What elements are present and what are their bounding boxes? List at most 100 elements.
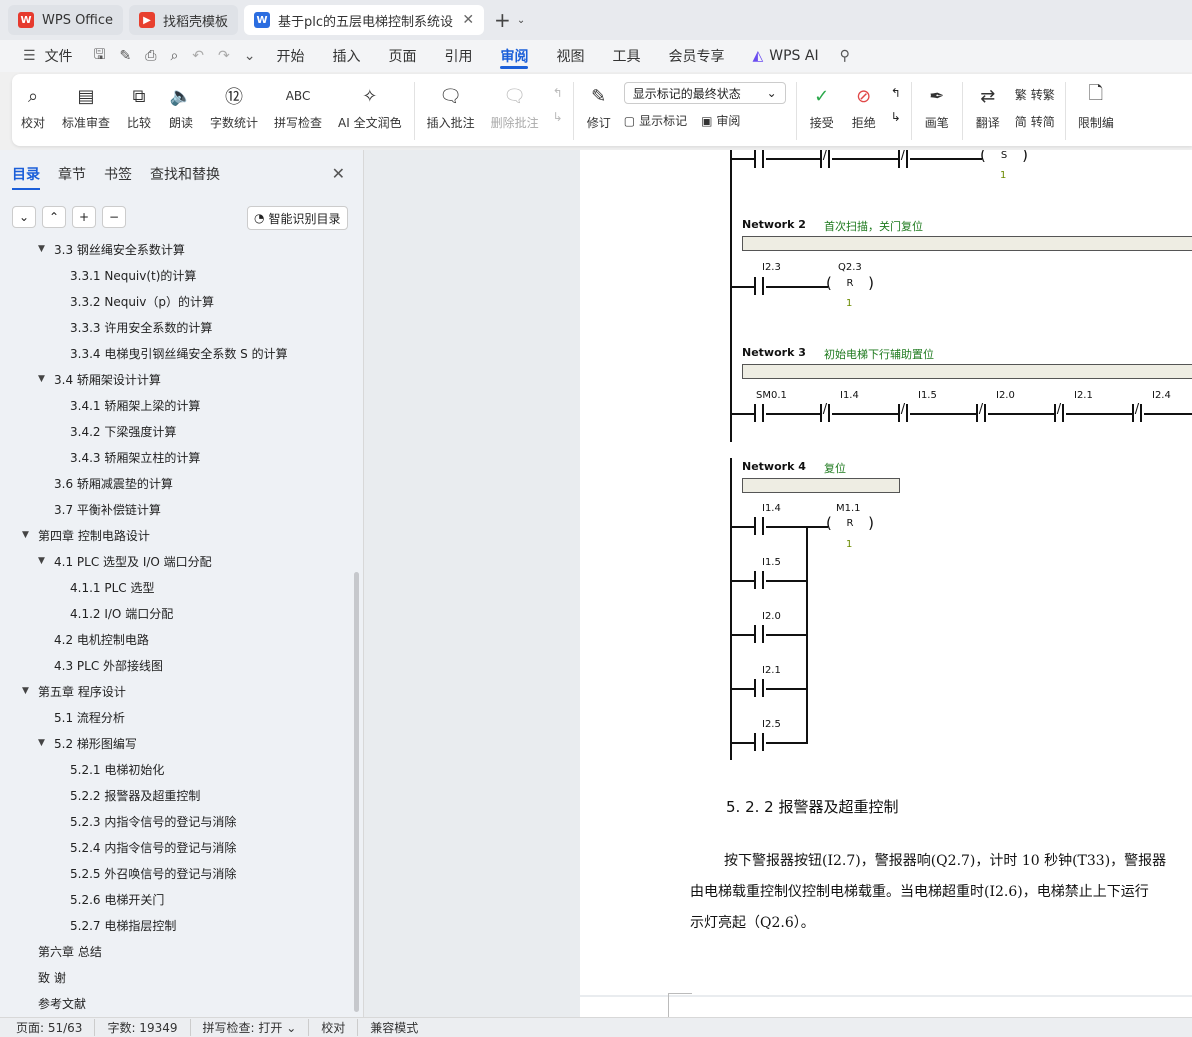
menu-page[interactable]: 页面 [374,40,430,72]
toc-item[interactable]: ▼ 3.3 钢丝绳安全系数计算 [38,242,185,262]
toc-item[interactable]: 致 谢 [38,964,66,990]
show-markup-button[interactable]: ▢ 显示标记 [624,112,687,129]
toc-item[interactable]: ▼ 4.1 PLC 选型及 I/O 端口分配 [38,548,212,574]
menu-view[interactable]: 视图 [542,40,598,72]
proofread-status[interactable]: 校对 [308,1019,357,1036]
toc-item[interactable]: 3.3.3 许用安全系数的计算 [70,314,212,340]
toc-item[interactable]: ▼ 5.2 梯形图编写 [38,730,137,756]
menu-insert[interactable]: 插入 [318,40,374,72]
toc-item[interactable]: 3.3.1 Nequiv(t)的计算 [70,262,196,288]
spell-check-button[interactable]: ABC 拼写检查 [266,82,330,131]
toc-item[interactable]: 4.3 PLC 外部接线图 [54,652,163,678]
toc-item[interactable]: 5.2.2 报警器及超重控制 [70,782,200,808]
tab-find-replace[interactable]: 查找和替换 [150,164,220,184]
toc-item[interactable]: 5.1 流程分析 [54,704,125,730]
toc-item[interactable]: 5.2.1 电梯初始化 [70,756,164,782]
expand-arrow-icon[interactable]: ▼ [38,556,45,566]
accept-button[interactable]: ✓ 接受 [801,82,843,131]
undo-icon[interactable]: ↶ [185,48,211,64]
print-preview-icon[interactable]: ⌕ [163,48,185,64]
toc-item[interactable]: 4.1.1 PLC 选型 [70,574,154,600]
toc-item[interactable]: 3.7 平衡补偿链计算 [54,496,161,522]
expand-arrow-icon[interactable]: ▼ [38,244,45,254]
toc-item[interactable]: 3.3.2 Nequiv（p）的计算 [70,288,214,314]
toc-item[interactable]: 3.6 轿厢减震垫的计算 [54,470,173,496]
toc-item[interactable]: 5.2.4 内指令信号的登记与消除 [70,834,236,860]
tab-wps-office[interactable]: W WPS Office [8,5,124,35]
tab-docer[interactable]: ▶ 找稻壳模板 [129,5,239,35]
reject-button[interactable]: ⊘ 拒绝 [843,82,885,131]
expand-arrow-icon[interactable]: ▼ [38,374,45,384]
compare-button[interactable]: ⧉ 比较 [118,82,160,131]
menu-home[interactable]: 开始 [262,40,318,72]
next-comment-icon[interactable]: ↳ [553,110,563,124]
read-aloud-button[interactable]: 🔈 朗读 [160,82,202,131]
pen-button[interactable]: ✒ 画笔 [916,82,958,131]
toc-item[interactable]: 参考文献 [38,990,86,1016]
toc-item[interactable]: 4.1.2 I/O 端口分配 [70,600,173,626]
collapse-up-icon[interactable]: ⌃ [42,206,66,228]
menu-wps-ai[interactable]: ◭ WPS AI [738,40,832,72]
next-change-icon[interactable]: ↳ [891,110,901,124]
page-indicator[interactable]: 页面: 51/63 [16,1019,94,1036]
smart-toc-button[interactable]: ◔ 智能识别目录 [247,206,348,230]
delete-comment-button[interactable]: 🗨 删除批注 [483,82,547,131]
standard-review-button[interactable]: ▤ 标准审查 [54,82,118,131]
word-count-button[interactable]: ⑫ 字数统计 [202,82,266,131]
ai-polish-button[interactable]: ✧ AI 全文润色 [330,82,410,131]
hamburger-icon[interactable]: ☰ [16,48,43,64]
toc-item[interactable]: 3.3.4 电梯曳引钢丝绳安全系数 S 的计算 [70,340,288,366]
toc-item[interactable]: 5.2.3 内指令信号的登记与消除 [70,808,236,834]
tab-toc[interactable]: 目录 [12,164,40,190]
translate-button[interactable]: ⇄ 翻译 [967,82,1009,131]
search-icon[interactable]: ⚲ [833,48,857,64]
toc-item[interactable]: 3.4.3 轿厢架立柱的计算 [70,444,200,470]
toc-item[interactable]: ▼ 第四章 控制电路设计 [22,522,150,548]
scrollbar[interactable] [354,572,359,1012]
print-icon[interactable]: ⎙ [138,48,163,64]
menu-membership[interactable]: 会员专享 [654,40,738,72]
previous-change-icon[interactable]: ↰ [891,86,901,100]
menu-file[interactable]: 文件 [43,40,87,72]
review-pane-button[interactable]: ▣ 审阅 [701,112,740,129]
save-icon[interactable]: 🖫 [87,44,113,68]
close-icon[interactable]: ✕ [332,164,345,183]
tab-chapters[interactable]: 章节 [58,164,86,184]
chevron-down-icon[interactable]: ⌄ [517,15,525,26]
expand-arrow-icon[interactable]: ▼ [22,686,29,696]
remove-icon[interactable]: − [102,206,126,228]
insert-comment-button[interactable]: 🗨 插入批注 [419,82,483,131]
tab-bookmarks[interactable]: 书签 [104,164,132,184]
menu-references[interactable]: 引用 [430,40,486,72]
toc-item[interactable]: 第六章 总结 [38,938,102,964]
menu-tools[interactable]: 工具 [598,40,654,72]
tab-document[interactable]: W 基于plc的五层电梯控制系统设 ✕ [244,5,485,35]
to-traditional-button[interactable]: 繁转繁 [1015,86,1055,103]
word-count[interactable]: 字数: 19349 [94,1019,189,1036]
previous-comment-icon[interactable]: ↰ [553,86,563,100]
chevron-down-icon[interactable]: ⌄ [237,48,263,64]
toc-item[interactable]: ▼ 3.4 轿厢架设计计算 [38,366,161,392]
toc-item[interactable]: 5.2.7 电梯指层控制 [70,912,176,938]
spell-check-status[interactable]: 拼写检查: 打开 ⌄ [189,1019,309,1036]
redo-icon[interactable]: ↷ [211,48,237,64]
menu-review[interactable]: 审阅 [486,40,542,72]
markup-select[interactable]: 显示标记的最终状态 ⌄ [623,82,786,104]
toc-item[interactable]: 4.2 电机控制电路 [54,626,149,652]
toc-item[interactable]: ▼ 第五章 程序设计 [22,678,126,704]
toc-item[interactable]: 5.2.6 电梯开关门 [70,886,164,912]
toc-item[interactable]: 3.4.1 轿厢架上梁的计算 [70,392,200,418]
pen-tool-icon[interactable]: ✎ [113,48,139,64]
expand-arrow-icon[interactable]: ▼ [22,530,29,540]
restrict-editing-button[interactable]: 🗋 限制编 [1070,82,1122,131]
revise-button[interactable]: ✎ 修订 [578,82,620,131]
add-icon[interactable]: + [72,206,96,228]
proofread-button[interactable]: ⌕ 校对 [12,82,54,131]
to-simplified-button[interactable]: 简转简 [1015,113,1055,130]
toc-item[interactable]: 3.4.2 下梁强度计算 [70,418,176,444]
expand-arrow-icon[interactable]: ▼ [38,738,45,748]
new-tab-icon[interactable]: + [494,8,511,32]
collapse-down-icon[interactable]: ⌄ [12,206,36,228]
close-icon[interactable]: ✕ [462,12,474,28]
toc-item[interactable]: 5.2.5 外召唤信号的登记与消除 [70,860,236,886]
